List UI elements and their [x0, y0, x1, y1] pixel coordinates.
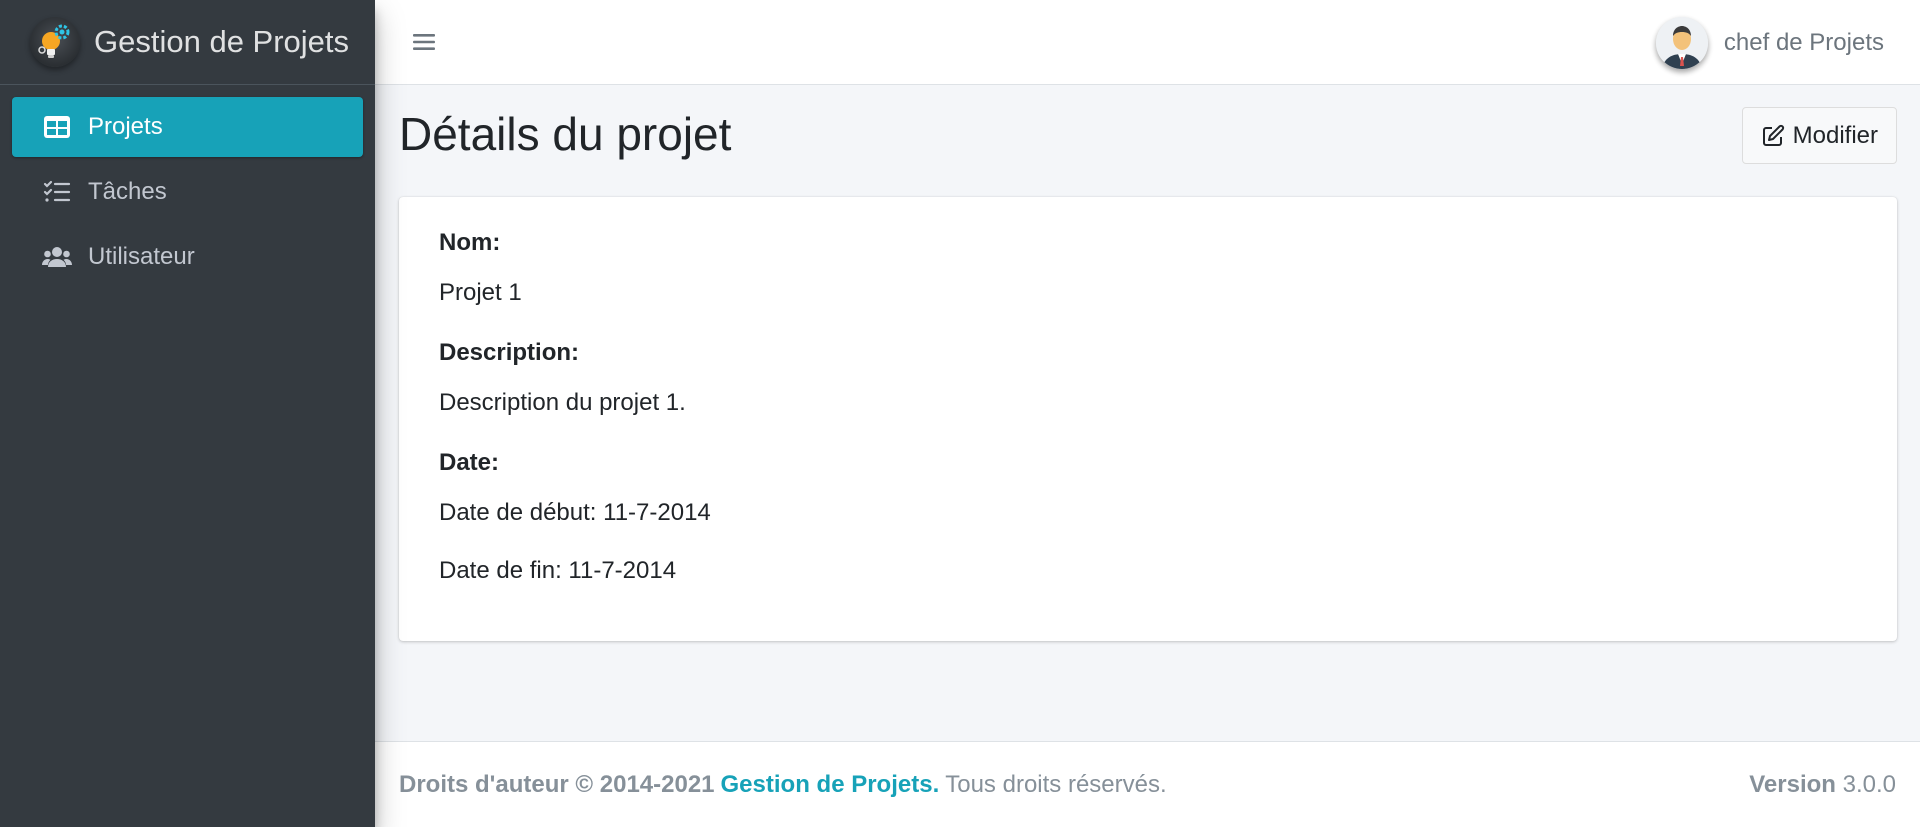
copyright-text: Droits d'auteur © 2014-2021 — [399, 770, 715, 798]
project-name: Projet 1 — [439, 279, 522, 306]
version-number: 3.0.0 — [1842, 770, 1896, 798]
sidebar-nav: Projets Tâches Utilisateur — [0, 85, 375, 287]
project-details-card: Nom: Projet 1 Description: Description d… — [399, 197, 1897, 641]
footer: Droits d'auteur © 2014-2021 Gestion de P… — [375, 741, 1920, 827]
sidebar-item-utilisateur[interactable]: Utilisateur — [12, 227, 363, 287]
user-menu[interactable]: chef de Projets — [1655, 0, 1884, 85]
footer-brand-link[interactable]: Gestion de Projets. — [721, 771, 940, 799]
sidebar: Gestion de Projets Projets Tâches Utilis… — [0, 0, 375, 827]
table-icon — [42, 112, 72, 142]
users-icon — [42, 242, 72, 272]
date-label: Date: — [439, 449, 500, 476]
start-date: Date de début: 11-7-2014 — [439, 499, 711, 526]
sidebar-item-projets[interactable]: Projets — [12, 97, 363, 157]
lightbulb-gears-icon — [30, 17, 80, 67]
edit-button[interactable]: Modifier — [1741, 107, 1897, 164]
page-title: Détails du projet — [399, 108, 732, 160]
version-label: Version — [1749, 770, 1836, 798]
sidebar-item-taches[interactable]: Tâches — [12, 162, 363, 222]
sidebar-item-label: Tâches — [88, 178, 167, 205]
edit-button-label: Modifier — [1792, 121, 1878, 149]
user-avatar-icon — [1655, 16, 1708, 69]
version-info: Version 3.0.0 — [1749, 771, 1896, 799]
edit-icon — [1762, 124, 1784, 146]
main-content: Détails du projet Modifier Nom: Projet 1… — [375, 85, 1920, 741]
project-description: Description du projet 1. — [439, 389, 686, 416]
description-label: Description: — [439, 339, 580, 366]
name-label: Nom: — [439, 229, 501, 256]
sidebar-item-label: Projets — [88, 113, 163, 140]
top-navbar: chef de Projets — [375, 0, 1920, 85]
end-date: Date de fin: 11-7-2014 — [439, 557, 677, 584]
user-name: chef de Projets — [1723, 28, 1884, 56]
brand-link[interactable]: Gestion de Projets — [0, 0, 375, 85]
tasks-icon — [42, 177, 72, 207]
sidebar-item-label: Utilisateur — [88, 243, 195, 270]
brand-name: Gestion de Projets — [94, 24, 350, 59]
rights-text: Tous droits réservés. — [945, 770, 1167, 798]
hamburger-icon[interactable] — [409, 27, 439, 57]
